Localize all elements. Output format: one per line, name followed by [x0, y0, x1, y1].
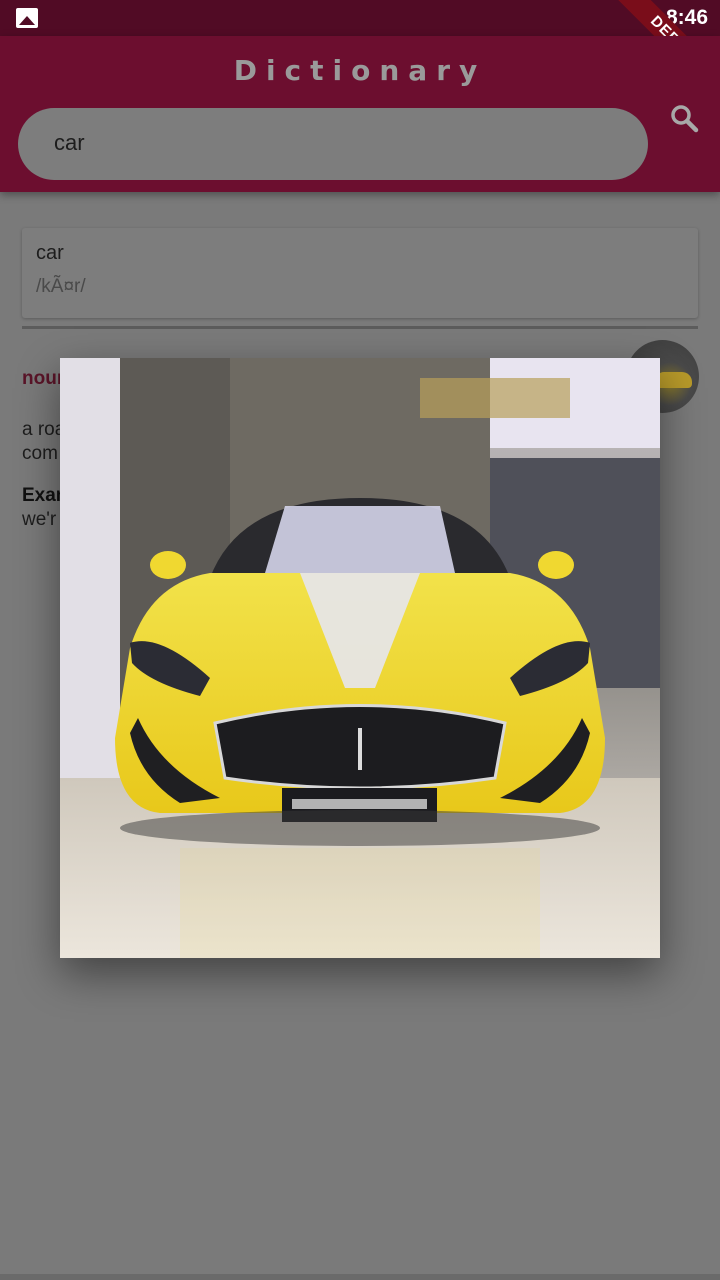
- search-input-value: car: [54, 130, 85, 155]
- bottom-edge: [0, 1274, 720, 1280]
- definition-line-2: com: [22, 443, 58, 464]
- definition-line-1: a roa: [22, 419, 66, 440]
- word-text: car: [36, 242, 64, 264]
- image-dialog[interactable]: [60, 358, 660, 958]
- search-button[interactable]: [662, 96, 706, 140]
- word-card: car /kÃ¤r/: [22, 228, 698, 318]
- search-input[interactable]: car: [18, 108, 648, 180]
- phonetic-text: /kÃ¤r/: [36, 276, 86, 297]
- search-icon: [671, 105, 699, 133]
- image-icon: [16, 8, 38, 28]
- divider: [22, 326, 698, 329]
- yellow-sports-car-photo: [60, 358, 660, 958]
- example-text: we'r: [22, 509, 57, 530]
- page-title: Dictionary: [233, 54, 487, 87]
- app-bar: Dictionary car: [0, 36, 720, 192]
